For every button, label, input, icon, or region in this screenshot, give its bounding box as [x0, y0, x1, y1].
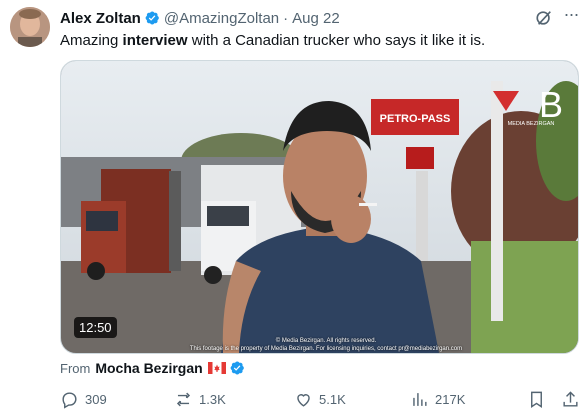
video-player[interactable]: PETRO-PASS B MEDIA BEZIRGAN 12:50 © Medi… [60, 60, 579, 354]
tweet-text-end: with a Canadian trucker who says it like… [187, 32, 486, 49]
reply-count: 309 [85, 392, 107, 407]
watermark-b-icon: B [539, 84, 563, 125]
reply-icon [62, 392, 77, 409]
video-attribution: From Mocha Bezirgan [60, 360, 249, 376]
tweet-text: Amazing interview with a Canadian trucke… [60, 31, 485, 51]
share-button[interactable] [561, 390, 586, 409]
repost-count: 1.3K [199, 392, 226, 407]
copyright-line-1: © Media Bezirgan. All rights reserved. [275, 338, 377, 344]
tweet-header: Alex Zoltan @AmazingZoltan · Aug 22 [60, 8, 340, 28]
watermark-text: MEDIA BEZIRGAN [508, 121, 555, 127]
video-duration: 12:50 [74, 317, 117, 338]
separator-dot: · [283, 9, 289, 27]
grok-icon[interactable] [535, 9, 553, 27]
attribution-verified-icon [230, 361, 244, 375]
reply-button[interactable]: 309 [60, 390, 107, 409]
video-copyright: © Media Bezirgan. All rights reserved. T… [161, 337, 491, 353]
repost-icon [176, 392, 191, 407]
views-button[interactable]: 217K [410, 390, 465, 409]
attribution-source-link[interactable]: Mocha Bezirgan [95, 360, 202, 376]
like-count: 5.1K [319, 392, 346, 407]
tweet-text-bold: interview [122, 32, 188, 49]
canada-flag-icon [207, 362, 226, 374]
author-name[interactable]: Alex Zoltan [60, 10, 141, 27]
like-button[interactable]: 5.1K [294, 390, 346, 409]
copyright-line-2: This footage is the property of Media Be… [189, 346, 463, 352]
views-icon [413, 393, 427, 406]
attribution-prefix: From [60, 360, 91, 376]
action-bar: 309 1.3K 5.1K 217K [58, 390, 588, 414]
more-options-icon[interactable]: ··· [561, 5, 581, 26]
share-icon [563, 391, 578, 407]
verified-badge-icon[interactable] [144, 10, 160, 26]
tweet-text-start: Amazing [60, 32, 123, 49]
repost-button[interactable]: 1.3K [174, 390, 226, 409]
tweet-date[interactable]: Aug 22 [292, 10, 340, 27]
view-count: 217K [435, 392, 466, 407]
video-frame: PETRO-PASS B MEDIA BEZIRGAN [61, 61, 578, 353]
bookmark-button[interactable] [527, 390, 552, 409]
author-handle[interactable]: @AmazingZoltan [164, 10, 279, 27]
heart-icon [297, 394, 310, 407]
bookmark-icon [531, 391, 542, 408]
avatar[interactable] [10, 7, 50, 47]
petro-pass-sign: PETRO-PASS [380, 113, 451, 125]
